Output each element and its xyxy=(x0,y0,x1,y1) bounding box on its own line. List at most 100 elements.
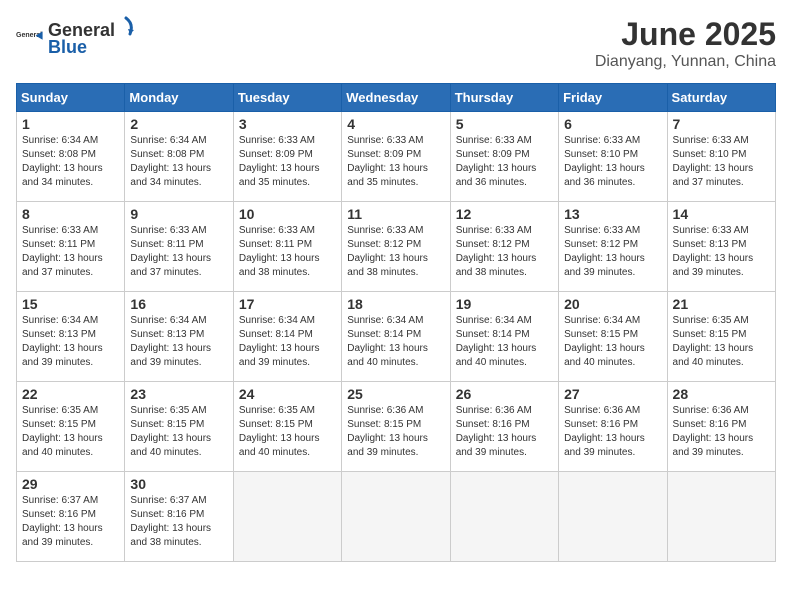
sunset-label: Sunset: 8:16 PM xyxy=(22,509,96,520)
sunset-label: Sunset: 8:14 PM xyxy=(347,329,421,340)
sunset-label: Sunset: 8:16 PM xyxy=(673,419,747,430)
weekday-header-sunday: Sunday xyxy=(17,84,125,112)
day-info: Sunrise: 6:35 AM Sunset: 8:15 PM Dayligh… xyxy=(239,404,336,460)
daylight-label: Daylight: 13 hours and 35 minutes. xyxy=(239,163,320,188)
calendar-day-cell: 29 Sunrise: 6:37 AM Sunset: 8:16 PM Dayl… xyxy=(17,472,125,562)
sunset-label: Sunset: 8:12 PM xyxy=(564,239,638,250)
sunrise-label: Sunrise: 6:34 AM xyxy=(130,135,206,146)
sunset-label: Sunset: 8:08 PM xyxy=(22,149,96,160)
sunrise-label: Sunrise: 6:36 AM xyxy=(564,405,640,416)
calendar-day-cell: 28 Sunrise: 6:36 AM Sunset: 8:16 PM Dayl… xyxy=(667,382,775,472)
daylight-label: Daylight: 13 hours and 39 minutes. xyxy=(564,433,645,458)
calendar-day-cell: 15 Sunrise: 6:34 AM Sunset: 8:13 PM Dayl… xyxy=(17,292,125,382)
sunrise-label: Sunrise: 6:34 AM xyxy=(239,315,315,326)
calendar-day-cell: 5 Sunrise: 6:33 AM Sunset: 8:09 PM Dayli… xyxy=(450,112,558,202)
day-number: 7 xyxy=(673,116,770,132)
sunset-label: Sunset: 8:13 PM xyxy=(22,329,96,340)
day-number: 15 xyxy=(22,296,119,312)
calendar-day-cell xyxy=(450,472,558,562)
daylight-label: Daylight: 13 hours and 40 minutes. xyxy=(564,343,645,368)
calendar-day-cell: 8 Sunrise: 6:33 AM Sunset: 8:11 PM Dayli… xyxy=(17,202,125,292)
calendar-day-cell: 21 Sunrise: 6:35 AM Sunset: 8:15 PM Dayl… xyxy=(667,292,775,382)
day-number: 5 xyxy=(456,116,553,132)
day-number: 24 xyxy=(239,386,336,402)
sunrise-label: Sunrise: 6:36 AM xyxy=(673,405,749,416)
sunrise-label: Sunrise: 6:37 AM xyxy=(22,495,98,506)
day-number: 9 xyxy=(130,206,227,222)
sunset-label: Sunset: 8:11 PM xyxy=(22,239,95,250)
day-info: Sunrise: 6:36 AM Sunset: 8:16 PM Dayligh… xyxy=(456,404,553,460)
calendar-week-row: 8 Sunrise: 6:33 AM Sunset: 8:11 PM Dayli… xyxy=(17,202,776,292)
calendar-day-cell: 22 Sunrise: 6:35 AM Sunset: 8:15 PM Dayl… xyxy=(17,382,125,472)
calendar-day-cell xyxy=(342,472,450,562)
day-info: Sunrise: 6:37 AM Sunset: 8:16 PM Dayligh… xyxy=(22,494,119,550)
sunrise-label: Sunrise: 6:35 AM xyxy=(673,315,749,326)
calendar-day-cell: 10 Sunrise: 6:33 AM Sunset: 8:11 PM Dayl… xyxy=(233,202,341,292)
daylight-label: Daylight: 13 hours and 38 minutes. xyxy=(130,523,211,548)
calendar-day-cell xyxy=(667,472,775,562)
daylight-label: Daylight: 13 hours and 40 minutes. xyxy=(130,433,211,458)
sunrise-label: Sunrise: 6:34 AM xyxy=(22,315,98,326)
day-info: Sunrise: 6:33 AM Sunset: 8:09 PM Dayligh… xyxy=(456,134,553,190)
calendar-day-cell: 20 Sunrise: 6:34 AM Sunset: 8:15 PM Dayl… xyxy=(559,292,667,382)
day-number: 11 xyxy=(347,206,444,222)
day-info: Sunrise: 6:33 AM Sunset: 8:09 PM Dayligh… xyxy=(239,134,336,190)
sunset-label: Sunset: 8:13 PM xyxy=(673,239,747,250)
sunrise-label: Sunrise: 6:37 AM xyxy=(130,495,206,506)
day-info: Sunrise: 6:36 AM Sunset: 8:16 PM Dayligh… xyxy=(673,404,770,460)
day-number: 29 xyxy=(22,476,119,492)
calendar-day-cell: 3 Sunrise: 6:33 AM Sunset: 8:09 PM Dayli… xyxy=(233,112,341,202)
day-number: 25 xyxy=(347,386,444,402)
day-info: Sunrise: 6:33 AM Sunset: 8:10 PM Dayligh… xyxy=(564,134,661,190)
sunrise-label: Sunrise: 6:33 AM xyxy=(456,135,532,146)
day-info: Sunrise: 6:33 AM Sunset: 8:11 PM Dayligh… xyxy=(239,224,336,280)
calendar-day-cell: 17 Sunrise: 6:34 AM Sunset: 8:14 PM Dayl… xyxy=(233,292,341,382)
daylight-label: Daylight: 13 hours and 34 minutes. xyxy=(130,163,211,188)
logo-swoosh-icon xyxy=(116,16,136,36)
sunrise-label: Sunrise: 6:33 AM xyxy=(347,225,423,236)
day-info: Sunrise: 6:33 AM Sunset: 8:12 PM Dayligh… xyxy=(564,224,661,280)
sunrise-label: Sunrise: 6:33 AM xyxy=(347,135,423,146)
day-number: 8 xyxy=(22,206,119,222)
calendar-day-cell: 26 Sunrise: 6:36 AM Sunset: 8:16 PM Dayl… xyxy=(450,382,558,472)
day-info: Sunrise: 6:36 AM Sunset: 8:15 PM Dayligh… xyxy=(347,404,444,460)
day-number: 1 xyxy=(22,116,119,132)
weekday-header-thursday: Thursday xyxy=(450,84,558,112)
sunrise-label: Sunrise: 6:33 AM xyxy=(564,135,640,146)
daylight-label: Daylight: 13 hours and 39 minutes. xyxy=(239,343,320,368)
calendar-day-cell: 16 Sunrise: 6:34 AM Sunset: 8:13 PM Dayl… xyxy=(125,292,233,382)
day-info: Sunrise: 6:34 AM Sunset: 8:14 PM Dayligh… xyxy=(456,314,553,370)
sunset-label: Sunset: 8:10 PM xyxy=(564,149,638,160)
sunset-label: Sunset: 8:16 PM xyxy=(564,419,638,430)
sunrise-label: Sunrise: 6:33 AM xyxy=(239,225,315,236)
calendar-day-cell: 7 Sunrise: 6:33 AM Sunset: 8:10 PM Dayli… xyxy=(667,112,775,202)
sunrise-label: Sunrise: 6:33 AM xyxy=(130,225,206,236)
day-info: Sunrise: 6:34 AM Sunset: 8:15 PM Dayligh… xyxy=(564,314,661,370)
sunset-label: Sunset: 8:16 PM xyxy=(130,509,204,520)
daylight-label: Daylight: 13 hours and 39 minutes. xyxy=(564,253,645,278)
logo: General General Blue xyxy=(16,16,137,58)
daylight-label: Daylight: 13 hours and 37 minutes. xyxy=(673,163,754,188)
daylight-label: Daylight: 13 hours and 38 minutes. xyxy=(347,253,428,278)
daylight-label: Daylight: 13 hours and 40 minutes. xyxy=(456,343,537,368)
daylight-label: Daylight: 13 hours and 40 minutes. xyxy=(347,343,428,368)
logo-icon: General xyxy=(16,23,44,51)
sunset-label: Sunset: 8:14 PM xyxy=(239,329,313,340)
daylight-label: Daylight: 13 hours and 37 minutes. xyxy=(22,253,103,278)
sunrise-label: Sunrise: 6:34 AM xyxy=(456,315,532,326)
daylight-label: Daylight: 13 hours and 38 minutes. xyxy=(239,253,320,278)
calendar-day-cell: 18 Sunrise: 6:34 AM Sunset: 8:14 PM Dayl… xyxy=(342,292,450,382)
day-number: 19 xyxy=(456,296,553,312)
calendar-day-cell: 24 Sunrise: 6:35 AM Sunset: 8:15 PM Dayl… xyxy=(233,382,341,472)
calendar-day-cell: 14 Sunrise: 6:33 AM Sunset: 8:13 PM Dayl… xyxy=(667,202,775,292)
page-header: General General Blue June 2025 Dianyang,… xyxy=(16,16,776,71)
calendar-title: June 2025 xyxy=(595,16,776,53)
calendar-week-row: 29 Sunrise: 6:37 AM Sunset: 8:16 PM Dayl… xyxy=(17,472,776,562)
day-info: Sunrise: 6:33 AM Sunset: 8:12 PM Dayligh… xyxy=(456,224,553,280)
day-info: Sunrise: 6:34 AM Sunset: 8:14 PM Dayligh… xyxy=(347,314,444,370)
sunset-label: Sunset: 8:15 PM xyxy=(673,329,747,340)
daylight-label: Daylight: 13 hours and 38 minutes. xyxy=(456,253,537,278)
day-number: 26 xyxy=(456,386,553,402)
calendar-day-cell: 12 Sunrise: 6:33 AM Sunset: 8:12 PM Dayl… xyxy=(450,202,558,292)
sunrise-label: Sunrise: 6:35 AM xyxy=(130,405,206,416)
